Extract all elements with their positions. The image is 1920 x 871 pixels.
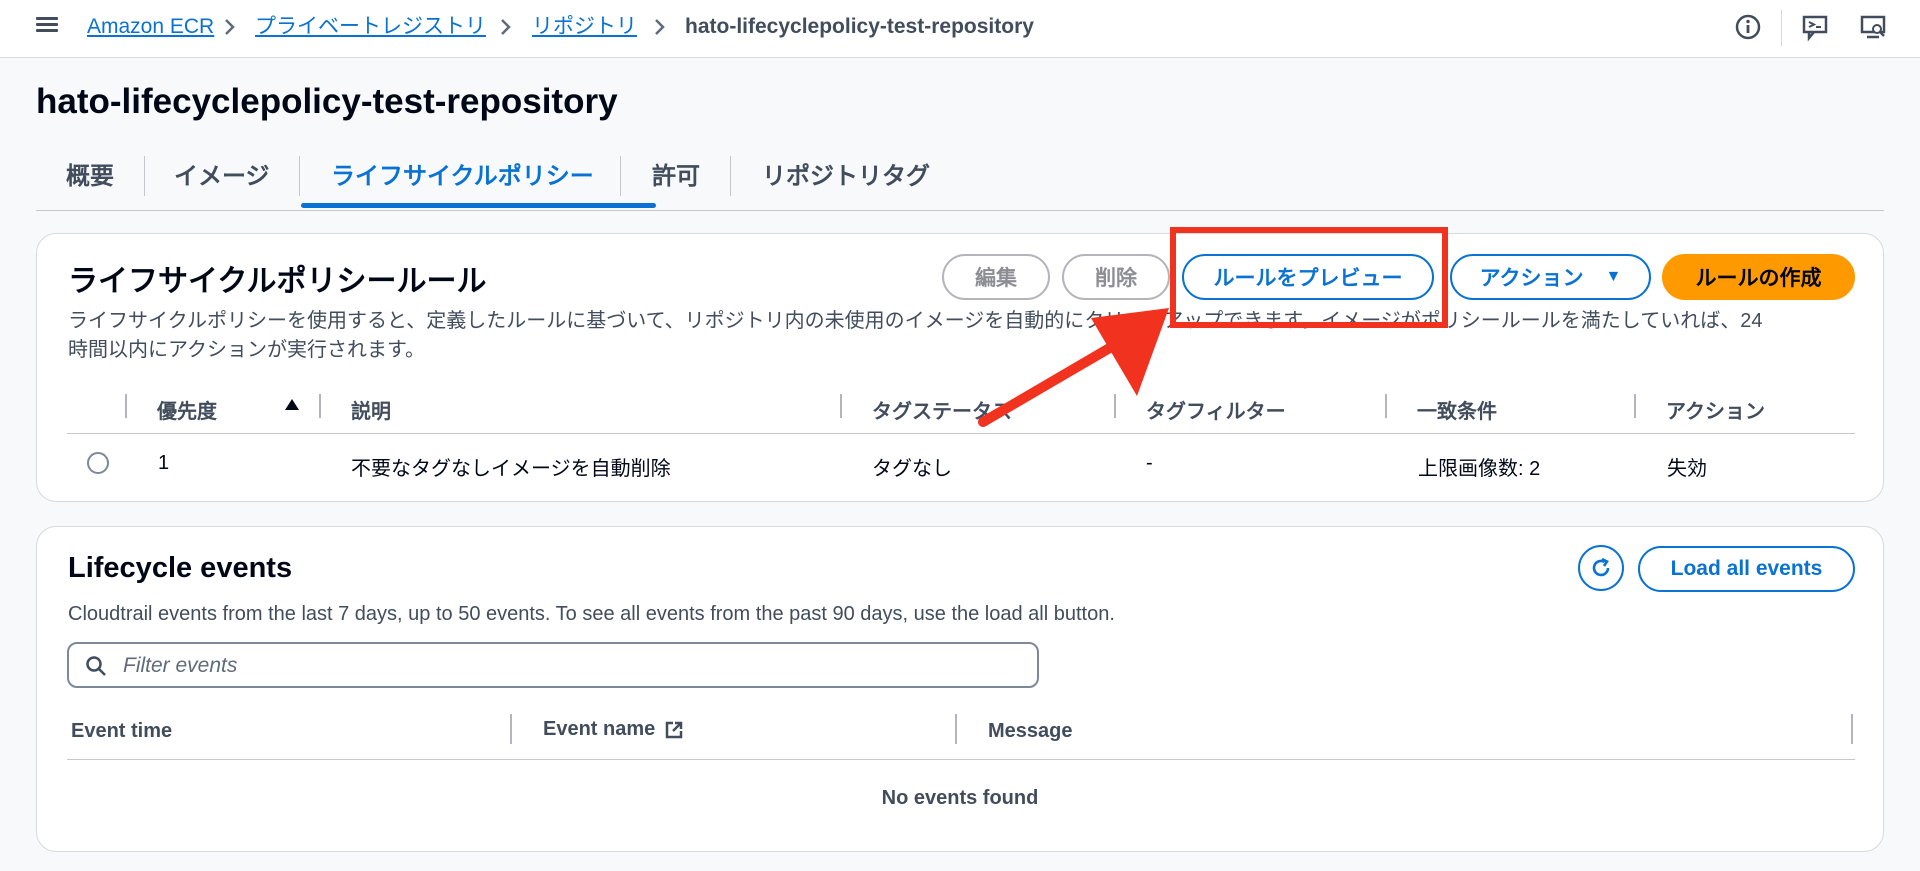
preview-rules-button[interactable]: ルールをプレビュー — [1182, 254, 1434, 300]
column-divider — [1114, 394, 1116, 418]
rules-description-line2: 時間以内にアクションが実行されます。 — [68, 339, 425, 361]
caret-down-icon: ▼ — [1605, 268, 1622, 285]
refresh-icon — [1592, 557, 1610, 577]
column-header-description: 説明 — [351, 401, 391, 423]
external-link-icon — [664, 720, 684, 745]
events-title: Lifecycle events — [68, 552, 293, 584]
cell-action: 失効 — [1667, 458, 1707, 480]
filter-events-field[interactable] — [67, 642, 1039, 688]
tab-divider — [730, 156, 731, 196]
lifecycle-rules-container: ライフサイクルポリシールール 編集 削除 ルールをプレビュー アクション ▼ ル… — [36, 233, 1884, 502]
events-description: Cloudtrail events from the last 7 days, … — [68, 603, 1115, 625]
column-divider — [319, 394, 321, 418]
column-divider — [955, 714, 957, 744]
column-header-action: アクション — [1666, 401, 1765, 423]
tab-bar: 概要 イメージ ライフサイクルポリシー 許可 リポジトリタグ — [36, 152, 1884, 211]
menu-icon[interactable] — [36, 14, 58, 36]
breadcrumb-amazon-ecr[interactable]: Amazon ECR — [87, 14, 214, 40]
column-divider — [840, 394, 842, 418]
tab-divider — [144, 156, 145, 196]
column-divider — [1634, 394, 1636, 418]
breadcrumb-current: hato-lifecyclepolicy-test-repository — [685, 15, 1034, 38]
search-icon — [86, 656, 106, 676]
column-header-message: Message — [988, 720, 1073, 742]
table-header-divider — [67, 433, 1855, 434]
column-header-event-time: Event time — [71, 720, 173, 742]
chevron-right-icon — [496, 14, 516, 40]
filter-events-input[interactable] — [121, 652, 1025, 680]
rules-title: ライフサイクルポリシールール — [68, 265, 487, 298]
refresh-button[interactable] — [1578, 545, 1624, 591]
cell-description: 不要なタグなしイメージを自動削除 — [351, 458, 671, 480]
row-select-radio[interactable] — [87, 452, 109, 474]
column-divider — [1851, 714, 1853, 744]
column-divider — [125, 394, 127, 418]
column-header-event-name: Event name — [543, 718, 656, 740]
chevron-right-icon — [220, 14, 240, 40]
top-navigation-bar: Amazon ECR プライベートレジストリ リポジトリ hato-lifecy… — [0, 0, 1920, 58]
sort-ascending-icon[interactable] — [283, 397, 301, 418]
actions-label: アクション — [1479, 267, 1584, 290]
actions-dropdown-button[interactable]: アクション ▼ — [1450, 254, 1651, 300]
tab-divider — [620, 156, 621, 196]
page-title: hato-lifecyclepolicy-test-repository — [36, 82, 618, 121]
edit-button[interactable]: 編集 — [942, 254, 1050, 300]
tab-divider — [299, 156, 300, 196]
cell-priority: 1 — [158, 452, 170, 474]
column-header-match-criteria: 一致条件 — [1417, 401, 1497, 423]
tab-overview[interactable]: 概要 — [66, 162, 114, 192]
settings-icon[interactable] — [1858, 12, 1888, 42]
tab-repository-tags[interactable]: リポジトリタグ — [762, 162, 930, 192]
rules-description: ライフサイクルポリシーを使用すると、定義したルールに基づいて、リポジトリ内の未使… — [68, 307, 1858, 365]
load-all-events-button[interactable]: Load all events — [1638, 546, 1855, 592]
column-divider — [1385, 394, 1387, 418]
feedback-icon[interactable] — [1800, 12, 1830, 42]
column-header-priority[interactable]: 優先度 — [157, 395, 217, 424]
tab-images[interactable]: イメージ — [174, 162, 270, 192]
column-header-tag-filter: タグフィルター — [1146, 401, 1286, 423]
cell-tag-status: タグなし — [872, 458, 952, 480]
active-tab-indicator — [301, 203, 656, 208]
chevron-right-icon — [650, 14, 670, 40]
breadcrumb-private-registry[interactable]: プライベートレジストリ — [255, 14, 486, 40]
column-divider — [510, 714, 512, 744]
column-header-tag-status: タグステータス — [872, 401, 1012, 423]
table-header-divider — [67, 759, 1855, 760]
cell-tag-filter: - — [1146, 452, 1153, 474]
breadcrumb-repositories[interactable]: リポジトリ — [532, 14, 637, 40]
tab-lifecycle-policy[interactable]: ライフサイクルポリシー — [331, 162, 594, 192]
delete-button[interactable]: 削除 — [1062, 254, 1170, 300]
toolbar-divider — [1781, 10, 1782, 46]
tab-permissions[interactable]: 許可 — [652, 162, 700, 192]
info-icon[interactable] — [1733, 12, 1763, 42]
rules-description-line1: ライフサイクルポリシーを使用すると、定義したルールに基づいて、リポジトリ内の未使… — [68, 310, 1763, 332]
create-rule-button[interactable]: ルールの作成 — [1662, 254, 1855, 300]
empty-state-message: No events found — [881, 787, 1039, 809]
cell-match-criteria: 上限画像数: 2 — [1418, 458, 1541, 480]
